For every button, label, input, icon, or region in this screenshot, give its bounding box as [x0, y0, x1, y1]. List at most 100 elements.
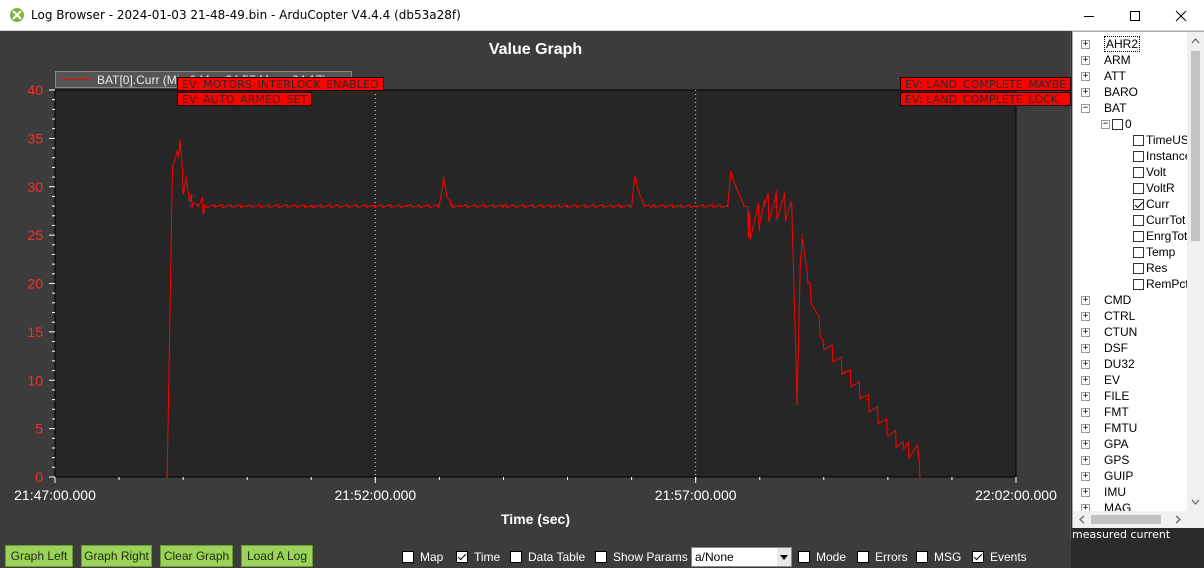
data-table-label: Data Table [528, 550, 586, 564]
tree-item-baro[interactable]: + BARO [1081, 84, 1138, 100]
map-check[interactable] [402, 551, 414, 563]
tree-item-bat[interactable]: − BAT [1081, 100, 1126, 116]
tree-item-file[interactable]: + FILE [1081, 388, 1129, 404]
tree-checkbox[interactable] [1133, 278, 1144, 290]
expand-icon[interactable]: + [1081, 327, 1090, 337]
tree-item-gpa[interactable]: + GPA [1081, 436, 1128, 452]
tree-item-curr[interactable]: Curr [1133, 196, 1169, 212]
expand-icon[interactable]: + [1081, 487, 1090, 497]
value-graph-panel[interactable]: 21:47:00.000 21:52:00.000 21:57:00.000 22:0… [0, 31, 1071, 539]
tree-item-fmt[interactable]: + FMT [1081, 404, 1129, 420]
expand-icon[interactable]: + [1081, 375, 1090, 385]
tree-item-0[interactable]: −0 [1101, 116, 1132, 132]
expand-icon[interactable]: + [1081, 311, 1090, 321]
expand-icon[interactable]: + [1081, 503, 1090, 511]
mode-check[interactable] [798, 551, 810, 563]
tree-item-fmtu[interactable]: + FMTU [1081, 420, 1137, 436]
show-params-check[interactable] [595, 551, 607, 563]
collapse-icon[interactable]: − [1101, 119, 1110, 129]
show-params-checkbox[interactable]: Show Params [595, 550, 688, 564]
tree-checkbox[interactable] [1133, 134, 1144, 146]
tree-item-timeus[interactable]: TimeUS [1133, 132, 1187, 148]
events-checkbox[interactable]: Events [972, 550, 1027, 564]
clear-graph-button[interactable]: Clear Graph [160, 545, 233, 567]
msg-check[interactable] [916, 551, 928, 563]
log-tree[interactable]: + AHR2 + ARM + ATT + BARO − BAT −0 TimeUS Instance Vo… [1073, 32, 1187, 511]
log-tree-panel[interactable]: + AHR2 + ARM + ATT + BARO − BAT −0 TimeUS Instance Vo… [1072, 31, 1204, 528]
field-description: measured current [1072, 528, 1171, 541]
x-tick-label: 22:02:00.000 [975, 487, 1057, 503]
expand-icon[interactable]: + [1081, 423, 1090, 433]
errors-checkbox[interactable]: Errors [857, 550, 908, 564]
tree-item-ahr2[interactable]: + AHR2 [1081, 36, 1141, 52]
tree-item-ctun[interactable]: + CTUN [1081, 324, 1137, 340]
chevron-down-icon[interactable] [777, 548, 791, 566]
data-point [774, 205, 777, 207]
expand-icon[interactable]: + [1081, 87, 1090, 97]
tree-checkbox[interactable] [1133, 166, 1144, 178]
tree-item-temp[interactable]: Temp [1133, 244, 1175, 260]
tree-checkbox[interactable] [1133, 246, 1144, 258]
tree-item-mag[interactable]: + MAG [1081, 500, 1131, 511]
time-check[interactable] [456, 551, 468, 563]
tree-item-ctrl[interactable]: + CTRL [1081, 308, 1135, 324]
tree-item-dsf[interactable]: + DSF [1081, 340, 1128, 356]
tree-checkbox[interactable] [1133, 198, 1144, 210]
graph-right-button[interactable]: Graph Right [81, 545, 152, 567]
tree-item-label: GUIP [1104, 469, 1134, 483]
tree-item-res[interactable]: Res [1133, 260, 1167, 276]
tree-item-cmd[interactable]: + CMD [1081, 292, 1131, 308]
tree-item-imu[interactable]: + IMU [1081, 484, 1126, 500]
minimize-button[interactable] [1066, 0, 1112, 31]
line-chart[interactable]: 21:47:00.000 21:52:00.000 21:57:00.000 22:0… [0, 31, 1071, 539]
map-checkbox[interactable]: Map [402, 550, 443, 564]
expand-icon[interactable]: + [1081, 455, 1090, 465]
tree-vertical-scrollbar[interactable] [1187, 32, 1204, 511]
tree-item-enrgtot[interactable]: EnrgTot [1133, 228, 1187, 244]
expand-icon[interactable]: + [1081, 39, 1090, 49]
events-check[interactable] [972, 551, 984, 563]
tree-item-label: TimeUS [1146, 133, 1187, 147]
tree-item-voltr[interactable]: VoltR [1133, 180, 1175, 196]
expand-icon[interactable]: + [1081, 471, 1090, 481]
expand-icon[interactable]: + [1081, 359, 1090, 369]
tree-item-currtot[interactable]: CurrTot [1133, 212, 1185, 228]
tree-item-rempct[interactable]: RemPct [1133, 276, 1187, 292]
tree-checkbox[interactable] [1133, 150, 1144, 162]
tree-item-arm[interactable]: + ARM [1081, 52, 1131, 68]
tree-checkbox[interactable] [1133, 214, 1144, 226]
expand-icon[interactable]: + [1081, 439, 1090, 449]
errors-check[interactable] [857, 551, 869, 563]
map-label: Map [420, 550, 444, 564]
msg-checkbox[interactable]: MSG [916, 550, 961, 564]
tree-item-att[interactable]: + ATT [1081, 68, 1126, 84]
maximize-button[interactable] [1112, 0, 1158, 31]
time-checkbox[interactable]: Time [456, 550, 500, 564]
log-select-dropdown[interactable]: a/None [691, 547, 792, 567]
load-log-button[interactable]: Load A Log [241, 545, 313, 567]
tree-horizontal-scrollbar[interactable] [1073, 511, 1187, 528]
mode-checkbox[interactable]: Mode [798, 550, 846, 564]
tree-checkbox[interactable] [1133, 262, 1144, 274]
tree-checkbox[interactable] [1133, 182, 1144, 194]
expand-icon[interactable]: + [1081, 71, 1090, 81]
tree-checkbox[interactable] [1133, 230, 1144, 242]
collapse-icon[interactable]: − [1081, 103, 1090, 113]
expand-icon[interactable]: + [1081, 295, 1090, 305]
graph-left-button[interactable]: Graph Left [5, 545, 73, 567]
expand-icon[interactable]: + [1081, 391, 1090, 401]
expand-icon[interactable]: + [1081, 343, 1090, 353]
tree-item-ev[interactable]: + EV [1081, 372, 1120, 388]
tree-item-du32[interactable]: + DU32 [1081, 356, 1135, 372]
tree-item-instance[interactable]: Instance [1133, 148, 1187, 164]
close-button[interactable] [1158, 0, 1204, 31]
data-table-check[interactable] [510, 551, 522, 563]
data-table-checkbox[interactable]: Data Table [510, 550, 585, 564]
tree-item-guip[interactable]: + GUIP [1081, 468, 1133, 484]
tree-item-gps[interactable]: + GPS [1081, 452, 1129, 468]
tree-item-volt[interactable]: Volt [1133, 164, 1166, 180]
tree-item-label: GPA [1104, 437, 1129, 451]
expand-icon[interactable]: + [1081, 407, 1090, 417]
expand-icon[interactable]: + [1081, 55, 1090, 65]
tree-checkbox[interactable] [1112, 118, 1123, 130]
